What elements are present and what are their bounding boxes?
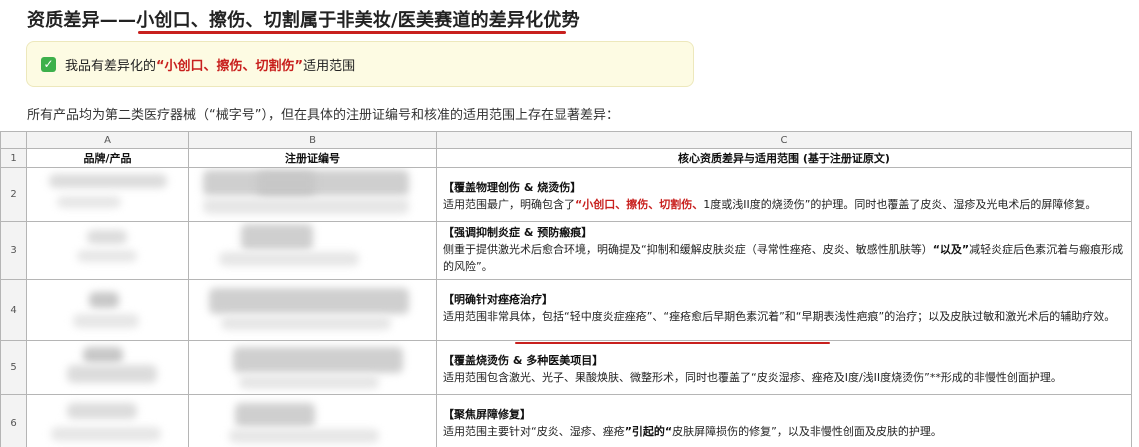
table-row: 6 【聚焦屏障修复】 适用范围主要针对“皮炎、湿疹、痤疮”引起的“皮肤屏障损伤的… xyxy=(0,394,1132,447)
cell-body: 适用范围最广，明确包含了“小创口、擦伤、切割伤、1度或浅II度的烧烫伤”的护理。… xyxy=(443,196,1125,213)
body-marked: 1度或浅II度的烧烫伤”的护理 xyxy=(703,198,844,211)
note-prefix: 我品有差异化的 xyxy=(65,58,157,74)
qualification-cell[interactable]: 【强调抑制炎症 & 预防瘢痕】 侧重于提供激光术后愈合环境，明确提及“抑制和缓解… xyxy=(436,221,1132,280)
qualification-cell[interactable]: 【明确针对痤疮治疗】 适用范围非常具体，包括“轻中度炎症痤疮”、“痤疮愈后早期色… xyxy=(436,279,1132,341)
blurred-registration-cell[interactable] xyxy=(188,340,437,395)
header-registration[interactable]: 注册证编号 xyxy=(188,148,437,168)
row-header[interactable]: 5 xyxy=(0,340,27,395)
body-strong: ”引起的“ xyxy=(624,425,673,438)
spreadsheet: A B C 1 品牌/产品 注册证编号 核心资质差异与适用范围 (基于注册证原文… xyxy=(0,131,1139,447)
table-row: 2 【覆盖物理创伤 & 烧烫伤】 适用范围最广，明确包含了“小创口、擦伤、切割伤… xyxy=(0,167,1132,222)
cell-heading: 【覆盖物理创伤 & 烧烫伤】 xyxy=(443,181,582,194)
row2-highlight-underline xyxy=(515,342,830,344)
body-text: 侧重于提供激光术后愈合环境，明确提及“抑制和缓解皮肤炎症（寻常性痤疮、皮炎、敏感… xyxy=(443,243,933,256)
row-header[interactable]: 6 xyxy=(0,394,27,447)
table-row: 4 【明确针对痤疮治疗】 适用范围非常具体，包括“轻中度炎症痤疮”、“痤疮愈后早… xyxy=(0,279,1132,341)
cell-heading: 【聚焦屏障修复】 xyxy=(443,408,531,421)
body-text: 适用范围最广， xyxy=(443,198,520,211)
checkbox-checked-icon: ✓ xyxy=(41,56,56,72)
qualification-cell[interactable]: 【覆盖物理创伤 & 烧烫伤】 适用范围最广，明确包含了“小创口、擦伤、切割伤、1… xyxy=(436,167,1132,222)
body-strong: “以及” xyxy=(932,243,970,256)
blurred-registration-cell[interactable] xyxy=(188,221,437,280)
row-header[interactable]: 2 xyxy=(0,167,27,222)
table-row: 5 【覆盖烧烫伤 & 多种医美项目】 适用范围包含激光、光子、果酸焕肤、微整形术… xyxy=(0,340,1132,395)
column-header-b[interactable]: B xyxy=(188,131,437,149)
blurred-registration-cell[interactable] xyxy=(188,279,437,341)
row-header[interactable]: 3 xyxy=(0,221,27,280)
body-highlight: “小创口、擦伤、切割伤、 xyxy=(575,198,704,211)
note-highlight: “小创口、擦伤、切割伤” xyxy=(156,58,304,74)
qualification-cell[interactable]: 【聚焦屏障修复】 适用范围主要针对“皮炎、湿疹、痤疮”引起的“皮肤屏障损伤的修复… xyxy=(436,394,1132,447)
qualification-cell[interactable]: 【覆盖烧烫伤 & 多种医美项目】 适用范围包含激光、光子、果酸焕肤、微整形术，同… xyxy=(436,340,1132,395)
column-header-c[interactable]: C xyxy=(436,131,1132,149)
cell-body: 适用范围包含激光、光子、果酸焕肤、微整形术，同时也覆盖了“皮炎湿疹、痤疮及I度/… xyxy=(443,371,1062,384)
row-header[interactable]: 1 xyxy=(0,148,27,168)
cell-heading: 【强调抑制炎症 & 预防瘢痕】 xyxy=(443,226,593,239)
row-header[interactable]: 4 xyxy=(0,279,27,341)
cell-heading: 【明确针对痤疮治疗】 xyxy=(443,293,553,306)
blurred-brand-cell[interactable] xyxy=(26,394,189,447)
blurred-registration-cell[interactable] xyxy=(188,394,437,447)
header-qualification[interactable]: 核心资质差异与适用范围 (基于注册证原文) xyxy=(436,148,1132,168)
blurred-brand-cell[interactable] xyxy=(26,167,189,222)
blurred-brand-cell[interactable] xyxy=(26,279,189,341)
blurred-brand-cell[interactable] xyxy=(26,221,189,280)
blurred-brand-cell[interactable] xyxy=(26,340,189,395)
note-box: ✓ 我品有差异化的 “小创口、擦伤、切割伤” 适用范围 xyxy=(26,41,694,87)
body-text: 皮肤屏障损伤的修复”，以及非慢性创面及皮肤的护理。 xyxy=(672,425,942,438)
intro-text: 所有产品均为第二类医疗器械（“械字号”），但在具体的注册证编号和核准的适用范围上… xyxy=(27,108,619,123)
corner-cell[interactable] xyxy=(0,131,27,149)
blurred-registration-cell[interactable] xyxy=(188,167,437,222)
cell-body: 侧重于提供激光术后愈合环境，明确提及“抑制和缓解皮肤炎症（寻常性痤疮、皮炎、敏感… xyxy=(443,241,1125,275)
note-suffix: 适用范围 xyxy=(303,58,356,74)
cell-body: 适用范围非常具体，包括“轻中度炎症痤疮”、“痤疮愈后早期色素沉着”和“早期表浅性… xyxy=(443,310,1116,323)
column-header-a[interactable]: A xyxy=(26,131,189,149)
table-row: 3 【强调抑制炎症 & 预防瘢痕】 侧重于提供激光术后愈合环境，明确提及“抑制和… xyxy=(0,221,1132,280)
body-text: 适用范围主要针对“皮炎、湿疹、痤疮 xyxy=(443,425,625,438)
page-title: 资质差异——小创口、擦伤、切割属于非美妆/医美赛道的差异化优势 xyxy=(27,10,580,31)
header-brand[interactable]: 品牌/产品 xyxy=(26,148,189,168)
body-text: 。同时也覆盖了皮炎、湿疹及光电术后的屏障修复。 xyxy=(843,198,1097,211)
title-underline xyxy=(138,31,566,34)
spreadsheet-grid: A B C 1 品牌/产品 注册证编号 核心资质差异与适用范围 (基于注册证原文… xyxy=(0,131,1132,447)
cell-heading: 【覆盖烧烫伤 & 多种医美项目】 xyxy=(443,354,604,367)
cell-body: 适用范围主要针对“皮炎、湿疹、痤疮”引起的“皮肤屏障损伤的修复”，以及非慢性创面… xyxy=(443,423,1125,440)
body-marked: 明确包含了 xyxy=(520,198,575,211)
